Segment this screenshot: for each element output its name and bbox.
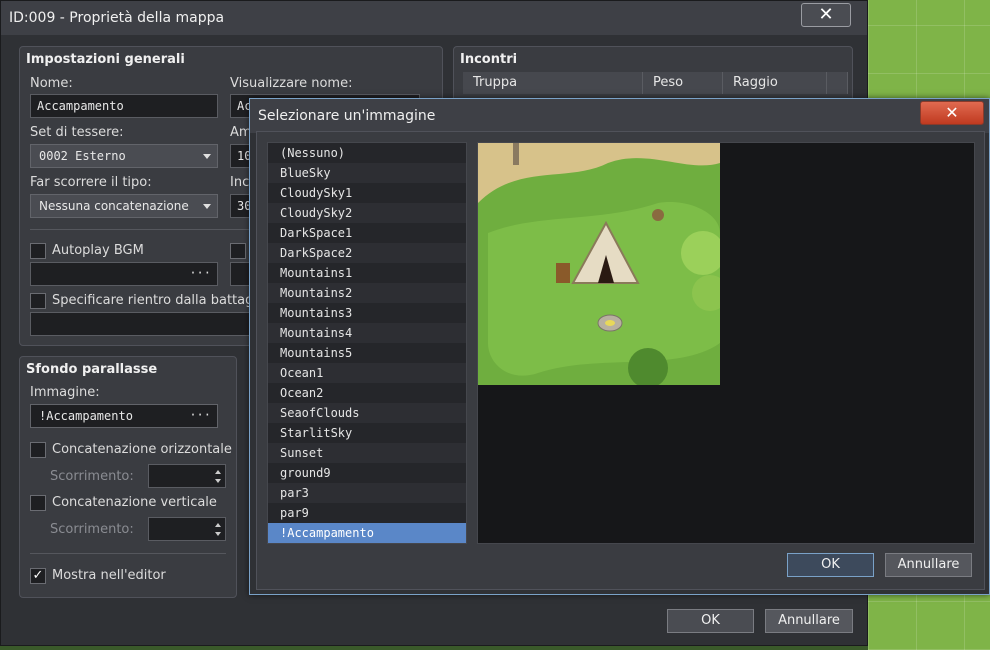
list-item[interactable]: StarlitSky [268, 423, 466, 443]
picker-close-button[interactable]: ✕ [920, 101, 984, 125]
image-picker-dialog: Selezionare un'immagine ✕ (Nessuno) BlueS… [249, 98, 990, 595]
scroll-v-stepper[interactable] [148, 517, 226, 541]
picker-cancel-button[interactable]: Annullare [885, 553, 972, 577]
parallax-group: Sfondo parallasse Immagine: !Accampament… [19, 356, 237, 598]
list-item[interactable]: Ocean2 [268, 383, 466, 403]
cancel-button[interactable]: Annullare [765, 609, 853, 633]
bgm-field[interactable]: ··· [30, 262, 218, 286]
list-item[interactable]: DarkSpace2 [268, 243, 466, 263]
check-icon: ✓ [32, 568, 44, 583]
barrel-icon [556, 263, 570, 283]
image-value: !Accampamento [39, 409, 133, 423]
autoplay-bgm-label: Autoplay BGM [52, 243, 144, 258]
browse-icon: ··· [189, 408, 211, 422]
close-button[interactable]: ✕ [801, 3, 851, 27]
list-item[interactable]: SeaofClouds [268, 403, 466, 423]
list-item[interactable]: Mountains5 [268, 343, 466, 363]
name-label: Nome: [30, 76, 73, 91]
preview-image [478, 143, 728, 388]
ok-button[interactable]: OK [667, 609, 754, 633]
stump-icon [652, 209, 664, 221]
list-item[interactable]: Mountains3 [268, 303, 466, 323]
dialog-title: ID:009 - Proprietà della mappa [9, 10, 225, 26]
post [513, 143, 519, 165]
image-field[interactable]: !Accampamento ··· [30, 404, 218, 428]
list-item[interactable]: Mountains2 [268, 283, 466, 303]
picker-title: Selezionare un'immagine [258, 108, 436, 124]
loop-horizontal-label: Concatenazione orizzontale [52, 442, 232, 457]
browse-icon: ··· [189, 266, 211, 280]
loop-vertical-label: Concatenazione verticale [52, 495, 217, 510]
image-list[interactable]: (Nessuno) BlueSky CloudySky1 CloudySky2 Dark… [267, 142, 467, 544]
battle-return-label: Specificare rientro dalla battag [52, 293, 254, 308]
list-item[interactable]: BlueSky [268, 163, 466, 183]
list-item[interactable]: Mountains4 [268, 323, 466, 343]
chevron-down-icon [203, 204, 211, 209]
arrow-down-icon [215, 479, 221, 483]
loop-vertical-checkbox[interactable] [30, 495, 46, 511]
arrow-up-icon [215, 523, 221, 527]
loop-horizontal-checkbox[interactable] [30, 442, 46, 458]
list-item[interactable]: par3 [268, 483, 466, 503]
list-item[interactable]: CloudySky1 [268, 183, 466, 203]
tileset-value: 0002 Esterno [39, 149, 126, 163]
scroll-v-label: Scorrimento: [50, 522, 134, 537]
column-troop[interactable]: Truppa [463, 72, 643, 94]
picker-body: (Nessuno) BlueSky CloudySky1 CloudySky2 Dark… [256, 131, 985, 590]
arrow-down-icon [215, 532, 221, 536]
divider [30, 553, 226, 554]
column-spacer [827, 72, 848, 94]
height-label: Inc [230, 175, 250, 190]
tileset-label: Set di tessere: [30, 125, 124, 140]
display-name-label: Visualizzare nome: [230, 76, 353, 91]
scroll-h-label: Scorrimento: [50, 469, 134, 484]
autoplay-bgs-checkbox[interactable] [230, 243, 246, 259]
list-item[interactable]: Mountains1 [268, 263, 466, 283]
column-range[interactable]: Raggio [723, 72, 827, 94]
list-item[interactable]: DarkSpace1 [268, 223, 466, 243]
list-item[interactable]: par9 [268, 503, 466, 523]
list-item[interactable]: ground9 [268, 463, 466, 483]
group-title: Impostazioni generali [26, 52, 185, 67]
tileset-select[interactable]: 0002 Esterno [30, 144, 218, 168]
scroll-h-stepper[interactable] [148, 464, 226, 488]
picker-ok-button[interactable]: OK [787, 553, 874, 577]
arrow-up-icon [215, 470, 221, 474]
list-item[interactable]: CloudySky2 [268, 203, 466, 223]
show-in-editor-label: Mostra nell'editor [52, 568, 166, 583]
image-preview [477, 142, 975, 544]
autoplay-bgm-checkbox[interactable] [30, 243, 46, 259]
column-weight[interactable]: Peso [643, 72, 723, 94]
campfire-icon [605, 320, 615, 326]
list-item[interactable]: (Nessuno) [268, 143, 466, 163]
chevron-down-icon [203, 154, 211, 159]
image-label: Immagine: [30, 385, 100, 400]
picker-title-bar: Selezionare un'immagine ✕ [250, 99, 989, 133]
list-item[interactable]: !Accampamento [268, 523, 466, 543]
title-bar: ID:009 - Proprietà della mappa ✕ [1, 1, 867, 35]
scroll-type-value: Nessuna concatenazione [39, 199, 189, 213]
scroll-type-select[interactable]: Nessuna concatenazione [30, 194, 218, 218]
group-title: Sfondo parallasse [26, 362, 158, 377]
scroll-type-label: Far scorrere il tipo: [30, 175, 152, 190]
list-item[interactable]: Ocean1 [268, 363, 466, 383]
battle-return-checkbox[interactable] [30, 293, 46, 309]
show-in-editor-checkbox[interactable]: ✓ [30, 568, 46, 584]
name-input[interactable]: Accampamento [30, 94, 218, 118]
group-title: Incontri [460, 52, 518, 67]
list-item[interactable]: Sunset [268, 443, 466, 463]
